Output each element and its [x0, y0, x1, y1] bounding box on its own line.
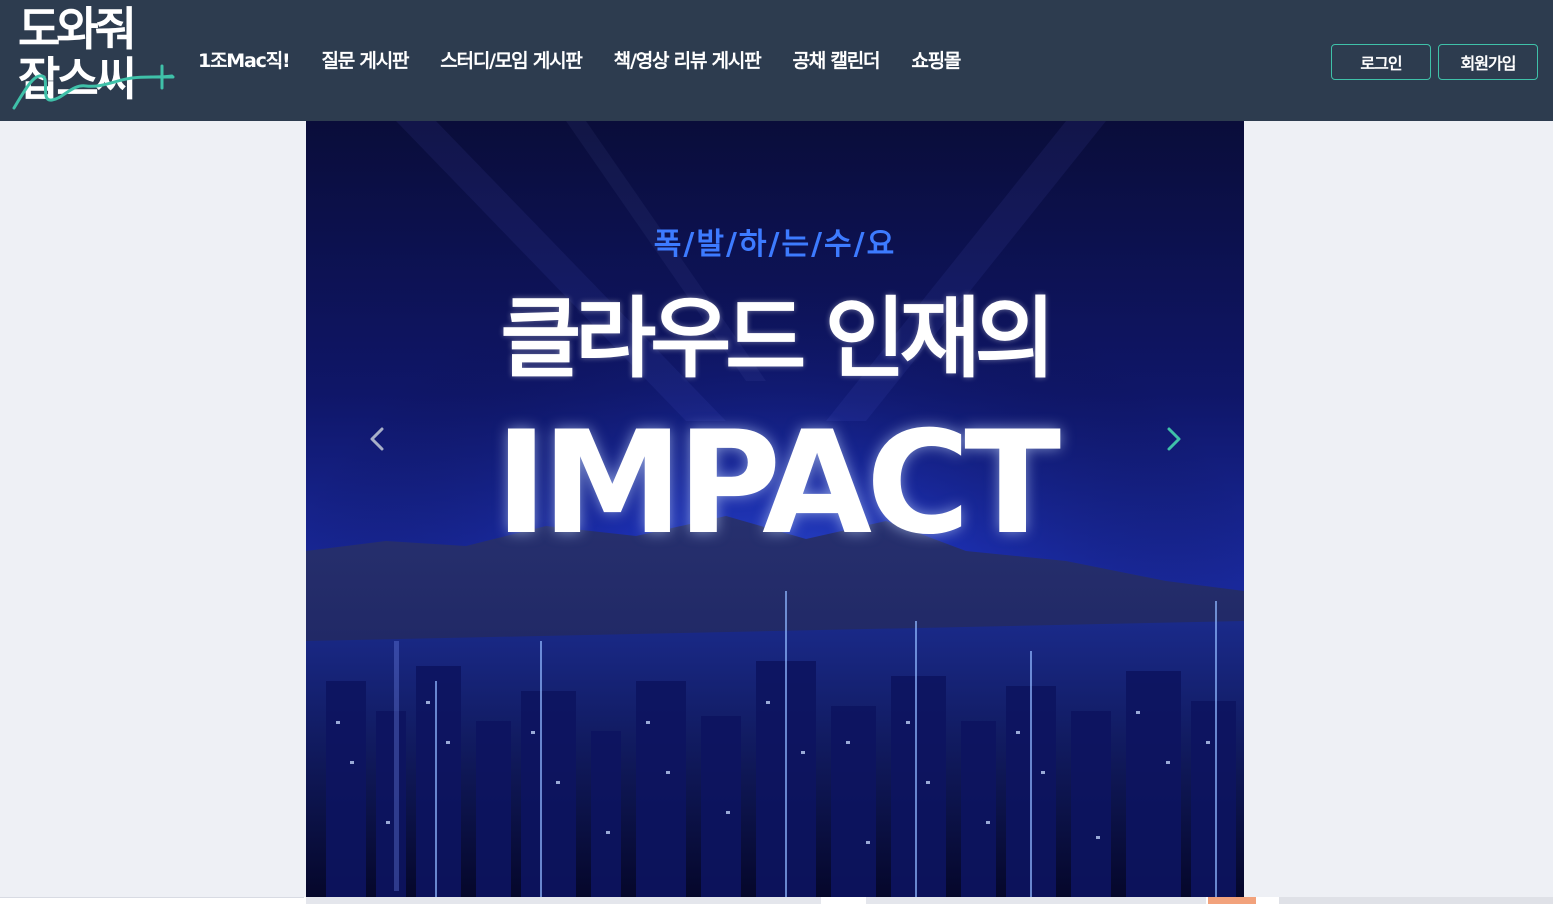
login-button[interactable]: 로그인 [1331, 44, 1431, 80]
edge-segment [0, 897, 304, 904]
nav-item-review-board[interactable]: 책/영상 리뷰 게시판 [614, 46, 762, 73]
nav-item-study-board[interactable]: 스터디/모임 게시판 [440, 46, 583, 73]
signup-button[interactable]: 회원가입 [1438, 44, 1538, 80]
chevron-left-icon [370, 427, 384, 451]
hero-banner: 폭/발/하/는/수/요 클라우드 인재의 IMPACT [306, 121, 1244, 898]
chevron-right-icon [1167, 427, 1181, 451]
edge-segment [1279, 897, 1553, 904]
nav-item-recruit-calendar[interactable]: 공채 캘린더 [792, 46, 880, 73]
banner-subtitle: 폭/발/하/는/수/요 [653, 227, 897, 262]
nav-item-qna-board[interactable]: 질문 게시판 [321, 46, 409, 73]
top-header: 도와줘 잡스씨 1조Mac직! 질문 게시판 스터디/모임 게시판 책/영상 리… [0, 0, 1553, 121]
banner-headline: IMPACT [494, 401, 1061, 566]
next-section-edge [0, 897, 1553, 904]
edge-segment [1208, 897, 1256, 904]
edge-segment [866, 897, 1206, 904]
logo-line-1: 도와줘 [18, 2, 137, 56]
nav-item-shop[interactable]: 쇼핑몰 [911, 46, 961, 73]
logo-line-2: 잡스씨 [18, 52, 137, 106]
site-logo[interactable]: 도와줘 잡스씨 [12, 4, 178, 114]
banner-title: 클라우드 인재의 [500, 287, 1055, 390]
carousel-next-button[interactable] [1159, 421, 1189, 457]
edge-segment [306, 897, 821, 904]
nav-item-home[interactable]: 1조Mac직! [198, 46, 291, 73]
main-nav: 1조Mac직! 질문 게시판 스터디/모임 게시판 책/영상 리뷰 게시판 공채… [198, 44, 992, 74]
carousel-prev-button[interactable] [362, 421, 392, 457]
